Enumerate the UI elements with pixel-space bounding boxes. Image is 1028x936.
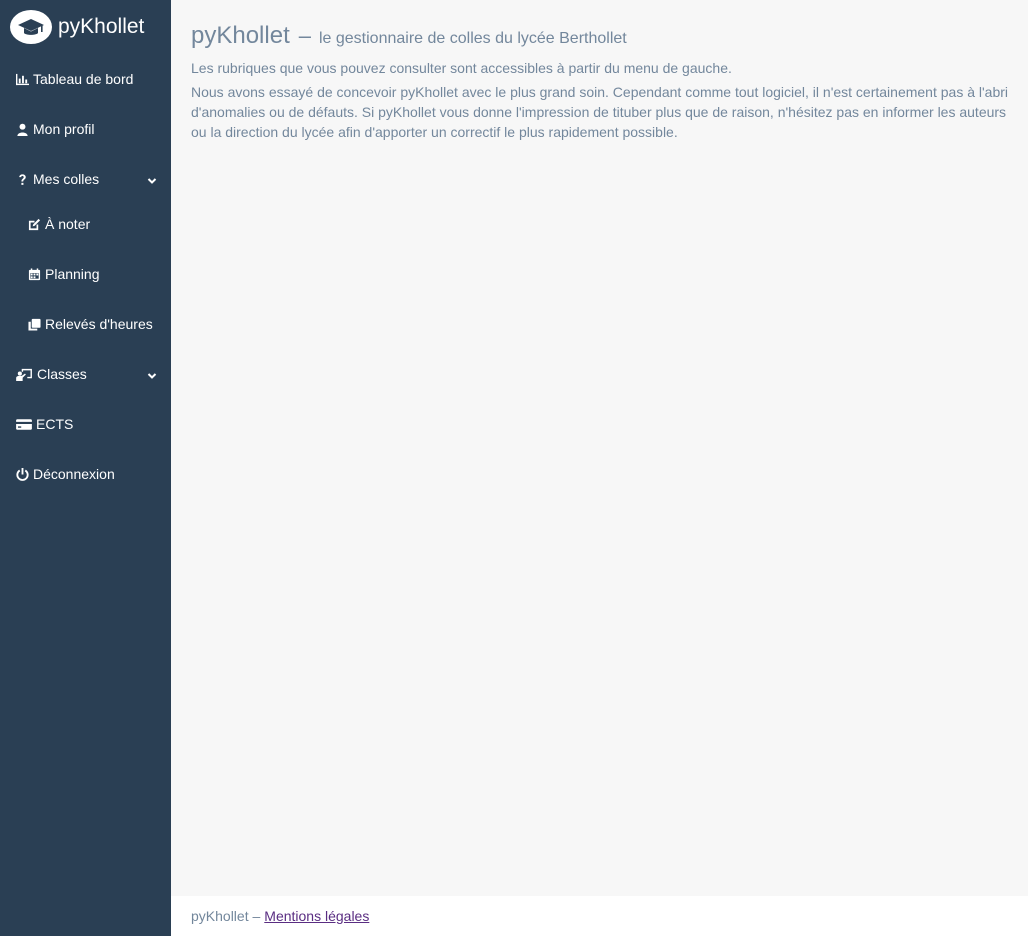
sidebar-item-label: Relevés d'heures bbox=[45, 316, 153, 332]
edit-icon bbox=[27, 217, 41, 231]
sidebar-item-label: À noter bbox=[45, 216, 91, 232]
sidebar-item-tableau-de-bord[interactable]: Tableau de bord bbox=[0, 66, 171, 92]
sidebar-item-deconnexion[interactable]: Déconnexion bbox=[0, 461, 171, 487]
chevron-down-icon[interactable] bbox=[147, 173, 157, 184]
page-title: pyKhollet – le gestionnaire de colles du… bbox=[191, 22, 627, 50]
title-separator: – bbox=[298, 23, 311, 48]
graduation-cap-icon bbox=[10, 10, 52, 44]
calendar-icon bbox=[27, 267, 41, 281]
sidebar-item-mon-profil[interactable]: Mon profil bbox=[0, 116, 171, 142]
intro-text: Les rubriques que vous pouvez consulter … bbox=[191, 60, 732, 76]
sidebar-item-label: Classes bbox=[37, 366, 87, 382]
sidebar-item-planning[interactable]: Planning bbox=[0, 261, 171, 287]
brand[interactable]: pyKhollet bbox=[10, 10, 144, 44]
legal-notice-link[interactable]: Mentions légales bbox=[264, 908, 369, 924]
footer: pyKhollet – Mentions légales bbox=[171, 896, 1028, 936]
notice-text: Nous avons essayé de concevoir pyKhollet… bbox=[191, 84, 1009, 140]
sidebar-item-label: Déconnexion bbox=[33, 466, 115, 482]
page-title-main: pyKhollet bbox=[191, 22, 290, 49]
sidebar-item-label: Mes colles bbox=[33, 171, 100, 187]
chevron-down-icon[interactable] bbox=[147, 368, 157, 379]
question-icon bbox=[15, 172, 29, 186]
sidebar: pyKhollet Tableau de bord Mon profil Mes… bbox=[0, 0, 171, 936]
footer-text: pyKhollet – bbox=[191, 908, 261, 924]
brand-name: pyKhollet bbox=[58, 15, 145, 38]
copy-icon bbox=[27, 317, 41, 331]
sidebar-item-label: ECTS bbox=[36, 416, 74, 432]
sidebar-item-label: Planning bbox=[45, 266, 100, 282]
chalkboard-teacher-icon bbox=[15, 367, 33, 381]
user-icon bbox=[15, 122, 29, 136]
sidebar-item-releves-heures[interactable]: Relevés d'heures bbox=[0, 311, 171, 337]
sidebar-item-mes-colles[interactable]: Mes colles bbox=[0, 166, 171, 192]
sidebar-item-a-noter[interactable]: À noter bbox=[0, 211, 171, 237]
sidebar-item-ects[interactable]: ECTS bbox=[0, 411, 171, 437]
sidebar-item-label: Mon profil bbox=[33, 121, 95, 137]
sidebar-item-label: Tableau de bord bbox=[33, 71, 134, 87]
page-subtitle: le gestionnaire de colles du lycée Berth… bbox=[318, 30, 627, 47]
credit-card-icon bbox=[15, 417, 32, 431]
sidebar-item-classes[interactable]: Classes bbox=[0, 361, 171, 387]
bar-chart-icon bbox=[15, 72, 29, 86]
power-icon bbox=[15, 467, 29, 481]
